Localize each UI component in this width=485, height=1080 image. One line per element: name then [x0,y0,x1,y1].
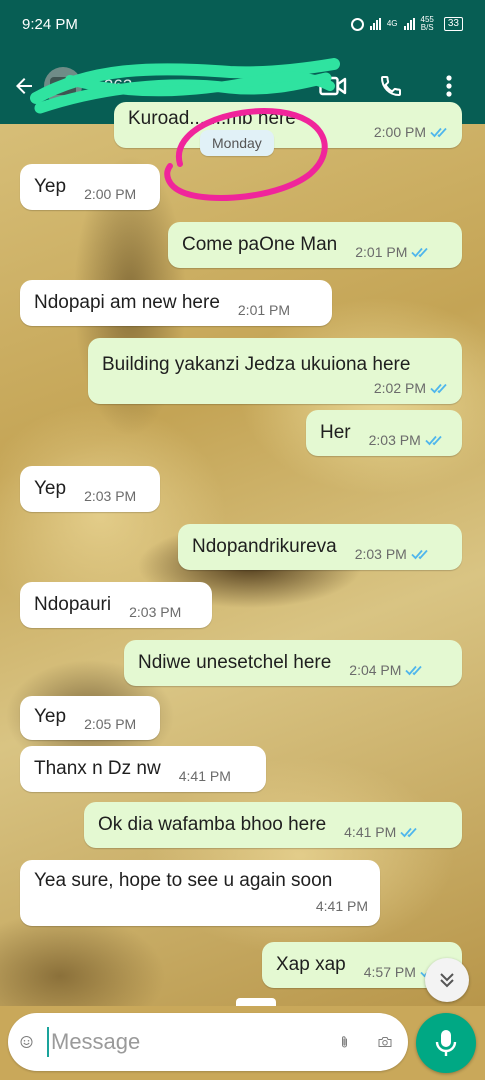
battery-indicator: 33 [443,17,463,31]
message-text: Building yakanzi Jedza ukuiona here [102,354,411,375]
message-bubble-in[interactable]: Thanx n Dz nw 4:41 PM [20,746,266,792]
message-text: Her [320,422,351,443]
read-ticks-icon [405,665,423,676]
message-text: Yep [34,176,67,197]
double-chevron-down-icon [440,973,454,988]
message-bubble-in[interactable]: Ndopapi am new here 2:01 PM [20,280,332,326]
message-bubble-out[interactable]: Her 2:03 PM [306,410,462,456]
message-meta: 4:41 PM [344,824,420,840]
message-time: 2:01 PM [355,244,408,260]
message-text: Ndopauri [34,594,112,615]
message-bubble-in[interactable]: Yea sure, hope to see u again soon 4:41 … [20,860,380,926]
video-call-icon [319,76,347,96]
emoji-icon[interactable] [20,1029,33,1055]
message-time: 2:02 PM [373,380,426,396]
read-ticks-icon [430,127,447,138]
read-ticks-icon [430,383,447,394]
message-text: Yea sure, hope to see u again soon [34,870,333,891]
message-meta: 2:02 PM [374,380,450,396]
signal-icon [369,18,381,30]
message-time: 2:05 PM [84,716,137,732]
network-speed: 455 B/S [421,16,434,32]
message-bubble-out[interactable]: Ndopandrikureva 2:03 PM [178,524,462,570]
status-bar: 9:24 PM 4G 455 B/S 33 [0,0,485,48]
message-bubble-out[interactable]: Building yakanzi Jedza ukuiona here 2:02… [88,338,462,404]
message-time: 2:00 PM [373,124,426,140]
message-meta: 2:04 PM [349,662,425,678]
message-bubble-in[interactable]: Yep 2:00 PM [20,164,160,210]
message-bubble-in[interactable]: Ndopauri 2:03 PM [20,582,212,628]
message-time: 4:41 PM [315,898,368,914]
data-saver-icon [350,17,364,31]
message-meta: 2:01 PM [355,244,431,260]
message-meta: 2:03 PM [369,432,445,448]
message-time: 4:57 PM [363,964,416,980]
camera-icon[interactable] [378,1030,392,1054]
message-text: Come paOne Man [182,234,338,255]
message-time: 2:00 PM [84,186,137,202]
message-content: Building yakanzi Jedza ukuiona here 2:02… [102,354,450,396]
message-text: Ndiwe unesetchel here [138,652,332,673]
message-time: 4:41 PM [344,824,397,840]
message-text: Ok dia wafamba bhoo here [98,814,327,835]
message-text: Ndopapi am new here [34,292,220,313]
date-separator: Monday [200,130,274,156]
read-ticks-icon [425,435,442,446]
voice-record-button[interactable] [416,1013,476,1073]
partial-message-bubble [236,998,276,1006]
status-icons: 4G 455 B/S 33 [350,16,463,32]
message-time: 2:03 PM [354,546,407,562]
message-time: 4:41 PM [178,768,231,784]
phone-icon [380,76,401,97]
message-time: 2:01 PM [237,302,291,318]
message-list[interactable]: Kuroad... ...mb here 2:00 PM Monday Yep … [0,96,485,1006]
network-type: 4G [386,19,398,28]
message-time: 2:03 PM [129,604,182,620]
message-text: Yep [34,706,67,727]
message-bubble-in[interactable]: Yep 2:03 PM [20,466,160,512]
message-input[interactable] [47,1027,339,1057]
status-time: 9:24 PM [22,15,78,33]
contact-name[interactable]: +263 ... [94,76,274,96]
message-text: Xap xap [276,954,346,975]
scroll-to-bottom-button[interactable] [425,958,469,1002]
message-text: Thanx n Dz nw [34,758,161,779]
network-speed-unit: B/S [420,23,434,32]
message-time: 2:04 PM [349,662,402,678]
message-composer [8,1013,408,1071]
mic-icon [435,1030,457,1056]
message-bubble-out[interactable]: Ok dia wafamba bhoo here 4:41 PM [84,802,462,848]
message-bubble-out[interactable]: Ndiwe unesetchel here 2:04 PM [124,640,462,686]
message-meta: 2:03 PM [355,546,431,562]
read-ticks-icon [400,827,417,838]
message-meta: 2:00 PM [374,124,450,140]
message-time: 2:03 PM [368,432,421,448]
signal-icon-2 [403,18,415,30]
back-arrow-icon [16,78,32,94]
message-time: 2:03 PM [84,488,137,504]
read-ticks-icon [411,549,428,560]
message-text: Ndopandrikureva [192,536,337,557]
read-ticks-icon [411,247,429,258]
attach-icon[interactable] [339,1028,350,1056]
message-bubble-in[interactable]: Yep 2:05 PM [20,696,160,740]
message-bubble-out[interactable]: Come paOne Man 2:01 PM [168,222,462,268]
message-bubble-out[interactable]: Kuroad... ...mb here 2:00 PM [114,102,462,148]
more-vert-icon [446,75,452,97]
message-text: Yep [34,478,67,499]
